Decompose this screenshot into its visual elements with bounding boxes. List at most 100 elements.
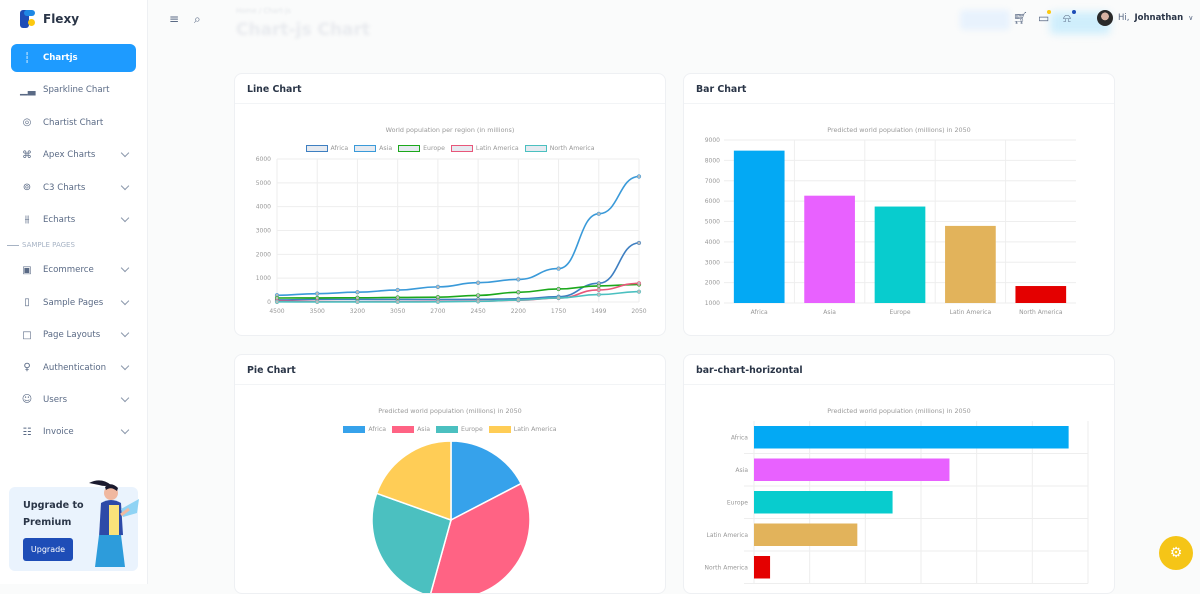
data-point (435, 299, 440, 304)
x-tick-label: Europe (889, 309, 910, 316)
sidebar-item-apex-charts[interactable]: ⌘ Apex Charts (11, 141, 136, 169)
data-point (355, 295, 360, 300)
data-point (596, 287, 601, 292)
breadcrumb[interactable]: Home / Chart-js (236, 7, 291, 15)
sidebar-item-chartist[interactable]: ◎ Chartist Chart (11, 109, 136, 137)
bar-north-america (754, 556, 771, 579)
data-point (596, 283, 601, 289)
y-tick-label: 6000 (256, 156, 271, 163)
sidebar: Flexy ┆ Chartjs ▁▃ Sparkline Chart ◎ Cha… (0, 0, 148, 584)
chevron-down-icon (120, 426, 130, 435)
chevron-down-icon (120, 148, 130, 158)
header-blurred-button[interactable] (960, 10, 1010, 30)
y-tick-label: North America (705, 564, 749, 571)
x-tick-label: 3050 (390, 308, 405, 315)
section-caption-text: SAMPLE PAGES (22, 241, 75, 250)
bar-europe (874, 206, 926, 303)
gear-icon: ⚙ (1169, 545, 1183, 561)
data-point (315, 299, 320, 305)
clipboard-icon: □ (22, 329, 32, 341)
sidebar-item-page-layouts[interactable]: □ Page Layouts (11, 321, 136, 349)
data-point (355, 299, 360, 305)
y-tick-label: 0 (267, 299, 271, 306)
users-icon: ☺ (21, 394, 33, 406)
data-point (315, 295, 320, 301)
sidebar-item-users[interactable]: ☺ Users (11, 386, 136, 414)
data-point (636, 174, 642, 179)
sidebar-item-chartjs[interactable]: ┆ Chartjs (11, 44, 136, 72)
lifebuoy-icon: ⊚ (22, 182, 32, 194)
data-point (516, 297, 521, 303)
bar-europe (754, 491, 893, 514)
bell-icon[interactable]: ⍾ (1063, 10, 1076, 26)
user-check-icon: ♀ (23, 362, 31, 374)
sidebar-nav: ┆ Chartjs ▁▃ Sparkline Chart ◎ Chartist … (7, 44, 136, 451)
sidebar-item-invoice[interactable]: ☷ Invoice (11, 418, 136, 446)
brand-name: Flexy (43, 12, 80, 26)
user-menu[interactable]: Hi, Johnathan ∨ (1097, 10, 1193, 26)
sidebar-item-echarts[interactable]: ⫵ Echarts (11, 206, 136, 234)
data-point (596, 211, 601, 216)
y-tick-label: 8000 (705, 157, 720, 164)
horizontal-bar-chart-card: bar-chart-horizontal Predicted world pop… (683, 354, 1115, 594)
sidebar-item-sample-pages[interactable]: ▯ Sample Pages (11, 289, 136, 317)
chevron-down-icon (120, 328, 130, 338)
pie-chart-card: Pie Chart Predicted world population (mi… (234, 354, 666, 594)
data-point (476, 293, 481, 298)
x-tick-label: 2700 (430, 308, 445, 315)
notification-badge (1072, 10, 1076, 14)
data-point (636, 289, 642, 294)
y-tick-label: 6000 (705, 198, 720, 205)
data-point (395, 295, 400, 300)
message-icon[interactable]: ▭ (1038, 10, 1051, 25)
x-tick-label: 2450 (470, 308, 485, 315)
data-point (315, 291, 320, 296)
user-greeting: Hi, (1118, 13, 1130, 23)
x-tick-label: Africa (751, 309, 768, 316)
sidebar-item-c3-charts[interactable]: ⊚ C3 Charts (11, 174, 136, 202)
settings-fab[interactable]: ⚙ (1159, 536, 1193, 570)
data-point (395, 299, 400, 305)
line-chart: 0 1000 2000 3000 4000 5000 6000 4500 3500 3200 305… (256, 156, 647, 315)
sidebar-item-ecommerce[interactable]: ▣ Ecommerce (11, 256, 136, 284)
woman-with-laptop-illustration (89, 480, 139, 567)
x-tick-label: 2200 (511, 308, 526, 315)
brand-logo[interactable]: Flexy (20, 10, 79, 28)
sidebar-item-authentication[interactable]: ♀ Authentication (11, 354, 136, 382)
sidebar-item-label: Chartist Chart (43, 117, 104, 128)
data-point (355, 290, 360, 295)
bar-latin-america (945, 225, 996, 303)
y-tick-label: 7000 (705, 178, 720, 185)
x-tick-label: North America (1019, 309, 1063, 316)
y-tick-label: 3000 (256, 228, 271, 235)
sidebar-item-sparkline[interactable]: ▁▃ Sparkline Chart (11, 76, 136, 104)
x-tick-label: 1750 (551, 308, 566, 315)
x-tick-label: Asia (823, 309, 836, 316)
search-icon[interactable]: ⌕ (194, 12, 201, 27)
sidebar-item-label: Authentication (43, 362, 107, 373)
y-tick-label: Latin America (707, 532, 749, 539)
y-tick-label: 1000 (705, 300, 720, 307)
chevron-down-icon (120, 181, 130, 190)
chevron-down-icon (120, 393, 130, 403)
x-tick-label: 3200 (350, 308, 365, 315)
series-line-asia (276, 175, 640, 297)
signal-icon: ▁▃ (20, 84, 36, 96)
data-point (274, 299, 280, 304)
x-tick-label: 3500 (310, 308, 325, 315)
cart-icon[interactable]: 🛒︎ (1013, 11, 1028, 25)
upgrade-button[interactable]: Upgrade (23, 538, 73, 561)
y-tick-label: 5000 (256, 180, 271, 187)
data-point (476, 280, 481, 285)
bar-africa (733, 150, 785, 303)
bar-asia (804, 195, 855, 303)
x-tick-label: 2050 (631, 308, 646, 315)
y-tick-label: 2000 (705, 280, 720, 287)
chevron-down-icon (120, 213, 130, 223)
data-point (556, 295, 561, 301)
data-point (556, 286, 561, 292)
sidebar-item-label: Users (43, 394, 68, 405)
line-chart-card: Line Chart World population per region (… (234, 73, 666, 336)
command-icon: ⌘ (22, 149, 32, 161)
menu-icon[interactable]: ≡ (169, 12, 179, 26)
